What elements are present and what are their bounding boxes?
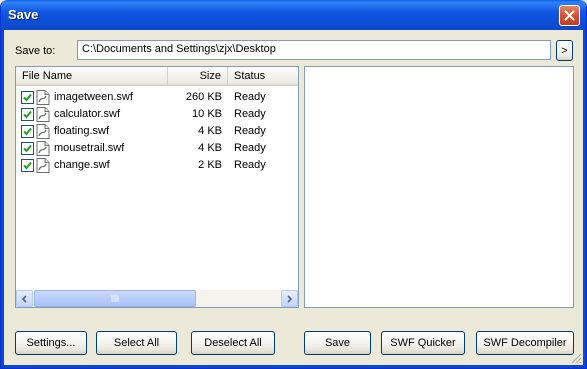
scroll-thumb[interactable] [34,290,196,307]
file-checkbox[interactable] [21,108,34,121]
checkmark-icon [23,127,32,136]
window-frame-bottom [1,365,586,368]
close-icon [564,10,575,21]
chevron-right-icon [287,294,293,303]
window-title: Save [8,7,39,22]
preview-pane [304,66,574,308]
file-list[interactable]: File Name Size Status imagetween.swf 260… [15,66,299,308]
file-list-header: File Name Size Status [16,67,298,86]
file-row[interactable]: floating.swf 4 KB Ready [16,123,298,140]
file-name: mousetrail.swf [54,142,125,154]
window-frame-left [1,30,4,368]
chevron-left-icon [21,294,27,303]
scroll-right-button[interactable] [281,290,298,307]
swf-file-icon [36,158,50,173]
file-checkbox[interactable] [21,142,34,155]
column-header-status[interactable]: Status [228,67,300,86]
file-row[interactable]: change.swf 2 KB Ready [16,157,298,174]
grip-lines-icon [111,295,119,302]
scroll-left-button[interactable] [16,290,33,307]
save-dialog: Save Save to: C:\Documents and Settings\… [0,0,587,369]
swf-file-icon [36,124,50,139]
file-list-rows: imagetween.swf 260 KB Ready calculator.s… [16,89,298,174]
save-to-label: Save to: [15,45,56,57]
checkmark-icon [23,93,32,102]
settings-button[interactable]: Settings... [15,331,87,355]
swf-quicker-button[interactable]: SWF Quicker [381,331,465,355]
resize-grip-icon[interactable] [570,352,582,364]
file-size: 2 KB [198,159,222,171]
window-frame-right [583,30,586,368]
file-row[interactable]: mousetrail.swf 4 KB Ready [16,140,298,157]
file-checkbox[interactable] [21,159,34,172]
column-header-file-name[interactable]: File Name [16,67,168,86]
file-status: Ready [234,91,266,103]
swf-file-icon [36,107,50,122]
file-name: imagetween.swf [54,91,133,103]
save-button[interactable]: Save [304,331,371,355]
file-status: Ready [234,125,266,137]
swf-file-icon [36,90,50,105]
select-all-button[interactable]: Select All [96,331,177,355]
close-button[interactable] [559,5,580,26]
deselect-all-button[interactable]: Deselect All [191,331,275,355]
checkmark-icon [23,110,32,119]
file-name: change.swf [54,159,110,171]
browse-button[interactable]: > [556,40,573,61]
file-checkbox[interactable] [21,91,34,104]
file-row[interactable]: calculator.swf 10 KB Ready [16,106,298,123]
file-name: floating.swf [54,125,110,137]
file-size: 260 KB [185,91,222,103]
file-checkbox[interactable] [21,125,34,138]
file-status: Ready [234,108,266,120]
checkmark-icon [23,144,32,153]
file-size: 4 KB [198,125,222,137]
swf-file-icon [36,141,50,156]
file-status: Ready [234,159,266,171]
file-status: Ready [234,142,266,154]
file-row[interactable]: imagetween.swf 260 KB Ready [16,89,298,106]
swf-decompiler-button[interactable]: SWF Decompiler [476,331,574,355]
save-path-field[interactable]: C:\Documents and Settings\zjx\Desktop [77,40,551,60]
horizontal-scrollbar[interactable] [16,290,298,307]
file-size: 4 KB [198,142,222,154]
checkmark-icon [23,161,32,170]
title-bar[interactable]: Save [1,0,586,30]
file-name: calculator.swf [54,108,121,120]
column-header-size[interactable]: Size [168,67,228,86]
file-size: 10 KB [192,108,222,120]
